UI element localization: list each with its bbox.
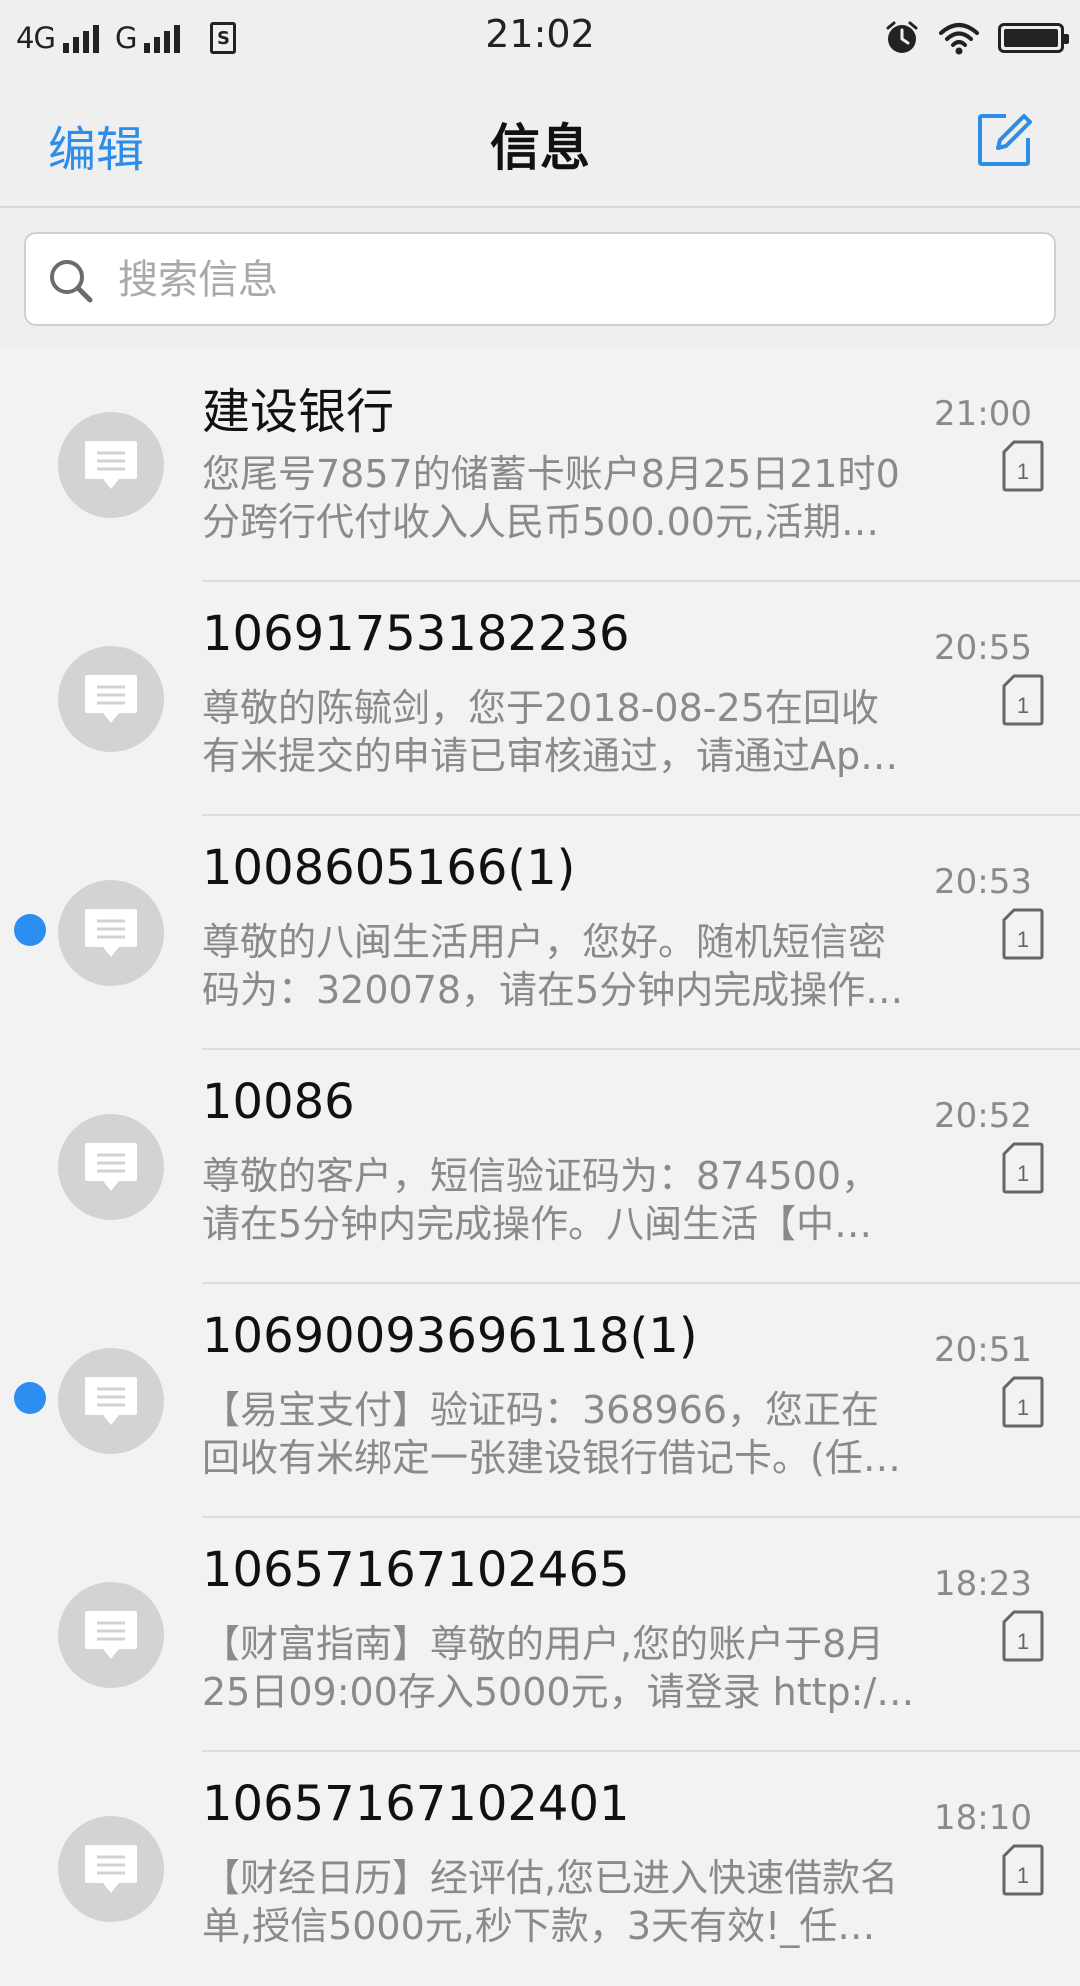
preview-line: 回收有米绑定一张建设银行借记卡。(任… — [202, 1436, 901, 1480]
wifi-icon — [939, 23, 979, 55]
message-avatar — [58, 412, 164, 518]
message-time: 18:23 — [934, 1564, 1032, 1604]
svg-text:1: 1 — [1017, 1863, 1029, 1888]
message-bubble-icon — [85, 1845, 137, 1893]
message-preview: 尊敬的客户，短信验证码为：874500， 请在5分钟内完成操作。八闽生活【中… — [202, 1152, 972, 1248]
message-bubble-icon — [85, 675, 137, 723]
message-time: 20:55 — [934, 628, 1032, 668]
message-bubble-icon — [85, 1377, 137, 1425]
compose-icon[interactable] — [976, 112, 1032, 168]
preview-line: 有米提交的申请已审核通过，请通过Ap… — [202, 734, 899, 778]
preview-line: 【财富指南】尊敬的用户,您的账户于8月 — [202, 1622, 885, 1666]
battery-icon — [998, 23, 1069, 53]
message-row[interactable]: 10086 尊敬的客户，短信验证码为：874500， 请在5分钟内完成操作。八闽… — [0, 1050, 1080, 1284]
alarm-icon — [886, 21, 918, 53]
message-bubble-icon — [85, 441, 137, 489]
status-bar: 4G G S 21:02 — [0, 0, 1080, 76]
message-avatar — [58, 1348, 164, 1454]
message-preview: 您尾号7857的储蓄卡账户8月25日21时0 分跨行代付收入人民币500.00元… — [202, 450, 972, 546]
svg-text:1: 1 — [1017, 1629, 1029, 1654]
preview-line: 尊敬的客户，短信验证码为：874500， — [202, 1154, 880, 1198]
unread-indicator — [14, 914, 46, 946]
message-time: 20:51 — [934, 1330, 1032, 1370]
message-bubble-icon — [85, 1143, 137, 1191]
message-bubble-icon — [85, 909, 137, 957]
message-sender: 10657167102401 — [202, 1776, 630, 1832]
message-row[interactable]: 10657167102401 【财经日历】经评估,您已进入快速借款名 单,授信5… — [0, 1752, 1080, 1986]
message-sender: 10691753182236 — [202, 606, 630, 662]
search-area — [0, 208, 1080, 348]
svg-text:1: 1 — [1017, 459, 1029, 484]
sim-card-icon: 1 — [1002, 1610, 1044, 1662]
message-preview: 【易宝支付】验证码：368966，您正在 回收有米绑定一张建设银行借记卡。(任… — [202, 1386, 972, 1482]
sim-card-icon: 1 — [1002, 908, 1044, 960]
message-time: 18:10 — [934, 1798, 1032, 1838]
preview-line: 【易宝支付】验证码：368966，您正在 — [202, 1388, 880, 1432]
message-time: 20:52 — [934, 1096, 1032, 1136]
message-sender: 1008605166(1) — [202, 840, 576, 896]
message-bubble-icon — [85, 1611, 137, 1659]
preview-line: 码为：320078，请在5分钟内完成操作… — [202, 968, 904, 1012]
message-preview: 【财经日历】经评估,您已进入快速借款名 单,授信5000元,秒下款，3天有效!_… — [202, 1854, 972, 1950]
preview-line: 请在5分钟内完成操作。八闽生活【中… — [202, 1202, 873, 1246]
preview-line: 尊敬的八闽生活用户，您好。随机短信密 — [202, 920, 887, 964]
sim-card-icon: 1 — [1002, 1376, 1044, 1428]
message-avatar — [58, 1582, 164, 1688]
preview-line: 【财经日历】经评估,您已进入快速借款名 — [202, 1856, 899, 1900]
nav-bar: 编辑 信息 — [0, 76, 1080, 208]
preview-line: 分跨行代付收入人民币500.00元,活期… — [202, 500, 880, 544]
preview-line: 单,授信5000元,秒下款，3天有效!_任… — [202, 1904, 876, 1948]
message-time: 21:00 — [934, 394, 1032, 434]
preview-line: 25日09:00存入5000元，请登录 http:/… — [202, 1670, 915, 1714]
page-title: 信息 — [490, 119, 590, 177]
message-row[interactable]: 建设银行 您尾号7857的储蓄卡账户8月25日21时0 分跨行代付收入人民币50… — [0, 348, 1080, 582]
svg-text:1: 1 — [1017, 1161, 1029, 1186]
message-row[interactable]: 10690093696118(1) 【易宝支付】验证码：368966，您正在 回… — [0, 1284, 1080, 1518]
sim-card-icon: 1 — [1002, 1844, 1044, 1896]
svg-text:1: 1 — [1017, 927, 1029, 952]
search-box[interactable] — [24, 232, 1056, 326]
search-input[interactable] — [116, 248, 1020, 312]
preview-line: 尊敬的陈毓剑，您于2018-08-25在回收 — [202, 686, 879, 730]
message-preview: 尊敬的陈毓剑，您于2018-08-25在回收 有米提交的申请已审核通过，请通过A… — [202, 684, 972, 780]
message-time: 20:53 — [934, 862, 1032, 902]
svg-text:1: 1 — [1017, 1395, 1029, 1420]
svg-text:1: 1 — [1017, 693, 1029, 718]
message-list: 建设银行 您尾号7857的储蓄卡账户8月25日21时0 分跨行代付收入人民币50… — [0, 348, 1080, 1986]
unread-indicator — [14, 1382, 46, 1414]
message-preview: 【财富指南】尊敬的用户,您的账户于8月 25日09:00存入5000元，请登录 … — [202, 1620, 972, 1716]
message-preview: 尊敬的八闽生活用户，您好。随机短信密 码为：320078，请在5分钟内完成操作… — [202, 918, 972, 1014]
message-row[interactable]: 10657167102465 【财富指南】尊敬的用户,您的账户于8月 25日09… — [0, 1518, 1080, 1752]
sim-card-icon: 1 — [1002, 440, 1044, 492]
message-avatar — [58, 646, 164, 752]
message-sender: 10086 — [202, 1074, 355, 1130]
edit-button[interactable]: 编辑 — [48, 110, 144, 180]
message-avatar — [58, 1114, 164, 1220]
message-avatar — [58, 1816, 164, 1922]
preview-line: 您尾号7857的储蓄卡账户8月25日21时0 — [202, 452, 900, 496]
sim-card-icon: 1 — [1002, 674, 1044, 726]
message-avatar — [58, 880, 164, 986]
sim-card-icon: 1 — [1002, 1142, 1044, 1194]
search-icon — [50, 260, 93, 303]
message-row[interactable]: 10691753182236 尊敬的陈毓剑，您于2018-08-25在回收 有米… — [0, 582, 1080, 816]
message-sender: 建设银行 — [202, 384, 395, 440]
message-sender: 10657167102465 — [202, 1542, 630, 1598]
message-sender: 10690093696118(1) — [202, 1308, 698, 1364]
message-row[interactable]: 1008605166(1) 尊敬的八闽生活用户，您好。随机短信密 码为：3200… — [0, 816, 1080, 1050]
status-right — [884, 16, 1069, 60]
